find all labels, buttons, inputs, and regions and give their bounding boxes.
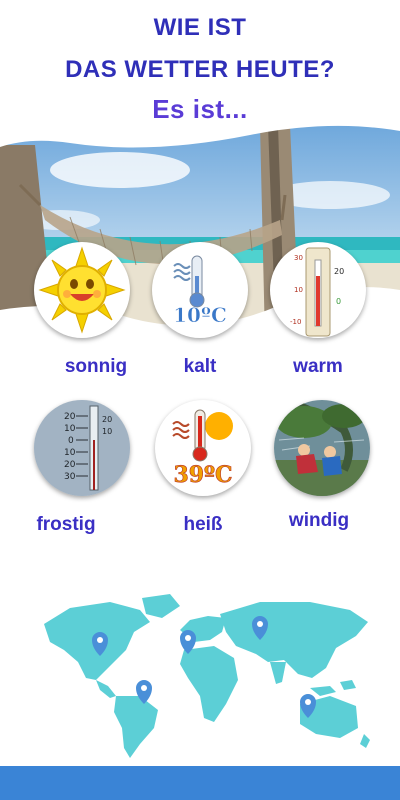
warm-thermometer-icon: 30 10 -10 20 0 — [290, 247, 344, 337]
bottom-bar — [0, 766, 400, 800]
hot-thermometer-icon: 39ºC — [172, 409, 233, 488]
label-kalt: kalt — [183, 356, 217, 377]
weather-card-heiss[interactable]: 39ºC — [155, 400, 251, 496]
world-map — [44, 594, 370, 758]
cold-thermometer-icon: 10ºC — [173, 255, 227, 327]
frost-scale-right-1: 20 — [102, 415, 112, 424]
frost-scale-4: 10 — [64, 448, 76, 458]
frosty-thermometer-icon: 20 10 0 10 20 30 20 10 — [34, 400, 130, 496]
weather-card-frostig[interactable]: 20 10 0 10 20 30 20 10 — [34, 400, 130, 496]
warm-scale-30: 30 — [294, 254, 303, 262]
weather-card-sonnig[interactable] — [34, 242, 130, 338]
label-windig: windig — [288, 510, 350, 531]
label-frostig: frostig — [36, 514, 96, 535]
weather-card-warm[interactable]: 30 10 -10 20 0 — [270, 242, 366, 338]
title-line-2: DAS WETTER HEUTE? — [65, 56, 335, 83]
label-sonnig: sonnig — [64, 356, 128, 377]
label-warm: warm — [293, 356, 343, 377]
windy-storm-icon — [274, 400, 370, 496]
weather-card-kalt[interactable]: 10ºC — [152, 242, 248, 338]
hot-temp-text: 39ºC — [173, 462, 232, 488]
frost-scale-5: 20 — [64, 460, 76, 470]
frost-scale-6: 30 — [64, 472, 76, 482]
warm-scale-minus10: -10 — [290, 318, 301, 326]
warm-scale-20: 20 — [334, 267, 344, 276]
title-line-1: WIE IST — [153, 14, 247, 41]
warm-scale-10: 10 — [294, 286, 303, 294]
frost-scale-3: 0 — [68, 436, 74, 446]
cold-temp-text: 10ºC — [173, 303, 227, 327]
sun-icon — [38, 246, 126, 334]
label-heiss: heiß — [183, 514, 223, 535]
warm-scale-0: 0 — [336, 297, 341, 306]
weather-card-windig[interactable] — [274, 400, 370, 496]
subtitle: Es ist... — [152, 94, 248, 124]
frost-scale-1: 20 — [64, 412, 76, 422]
frost-scale-right-2: 10 — [102, 427, 112, 436]
frost-scale-2: 10 — [64, 424, 76, 434]
